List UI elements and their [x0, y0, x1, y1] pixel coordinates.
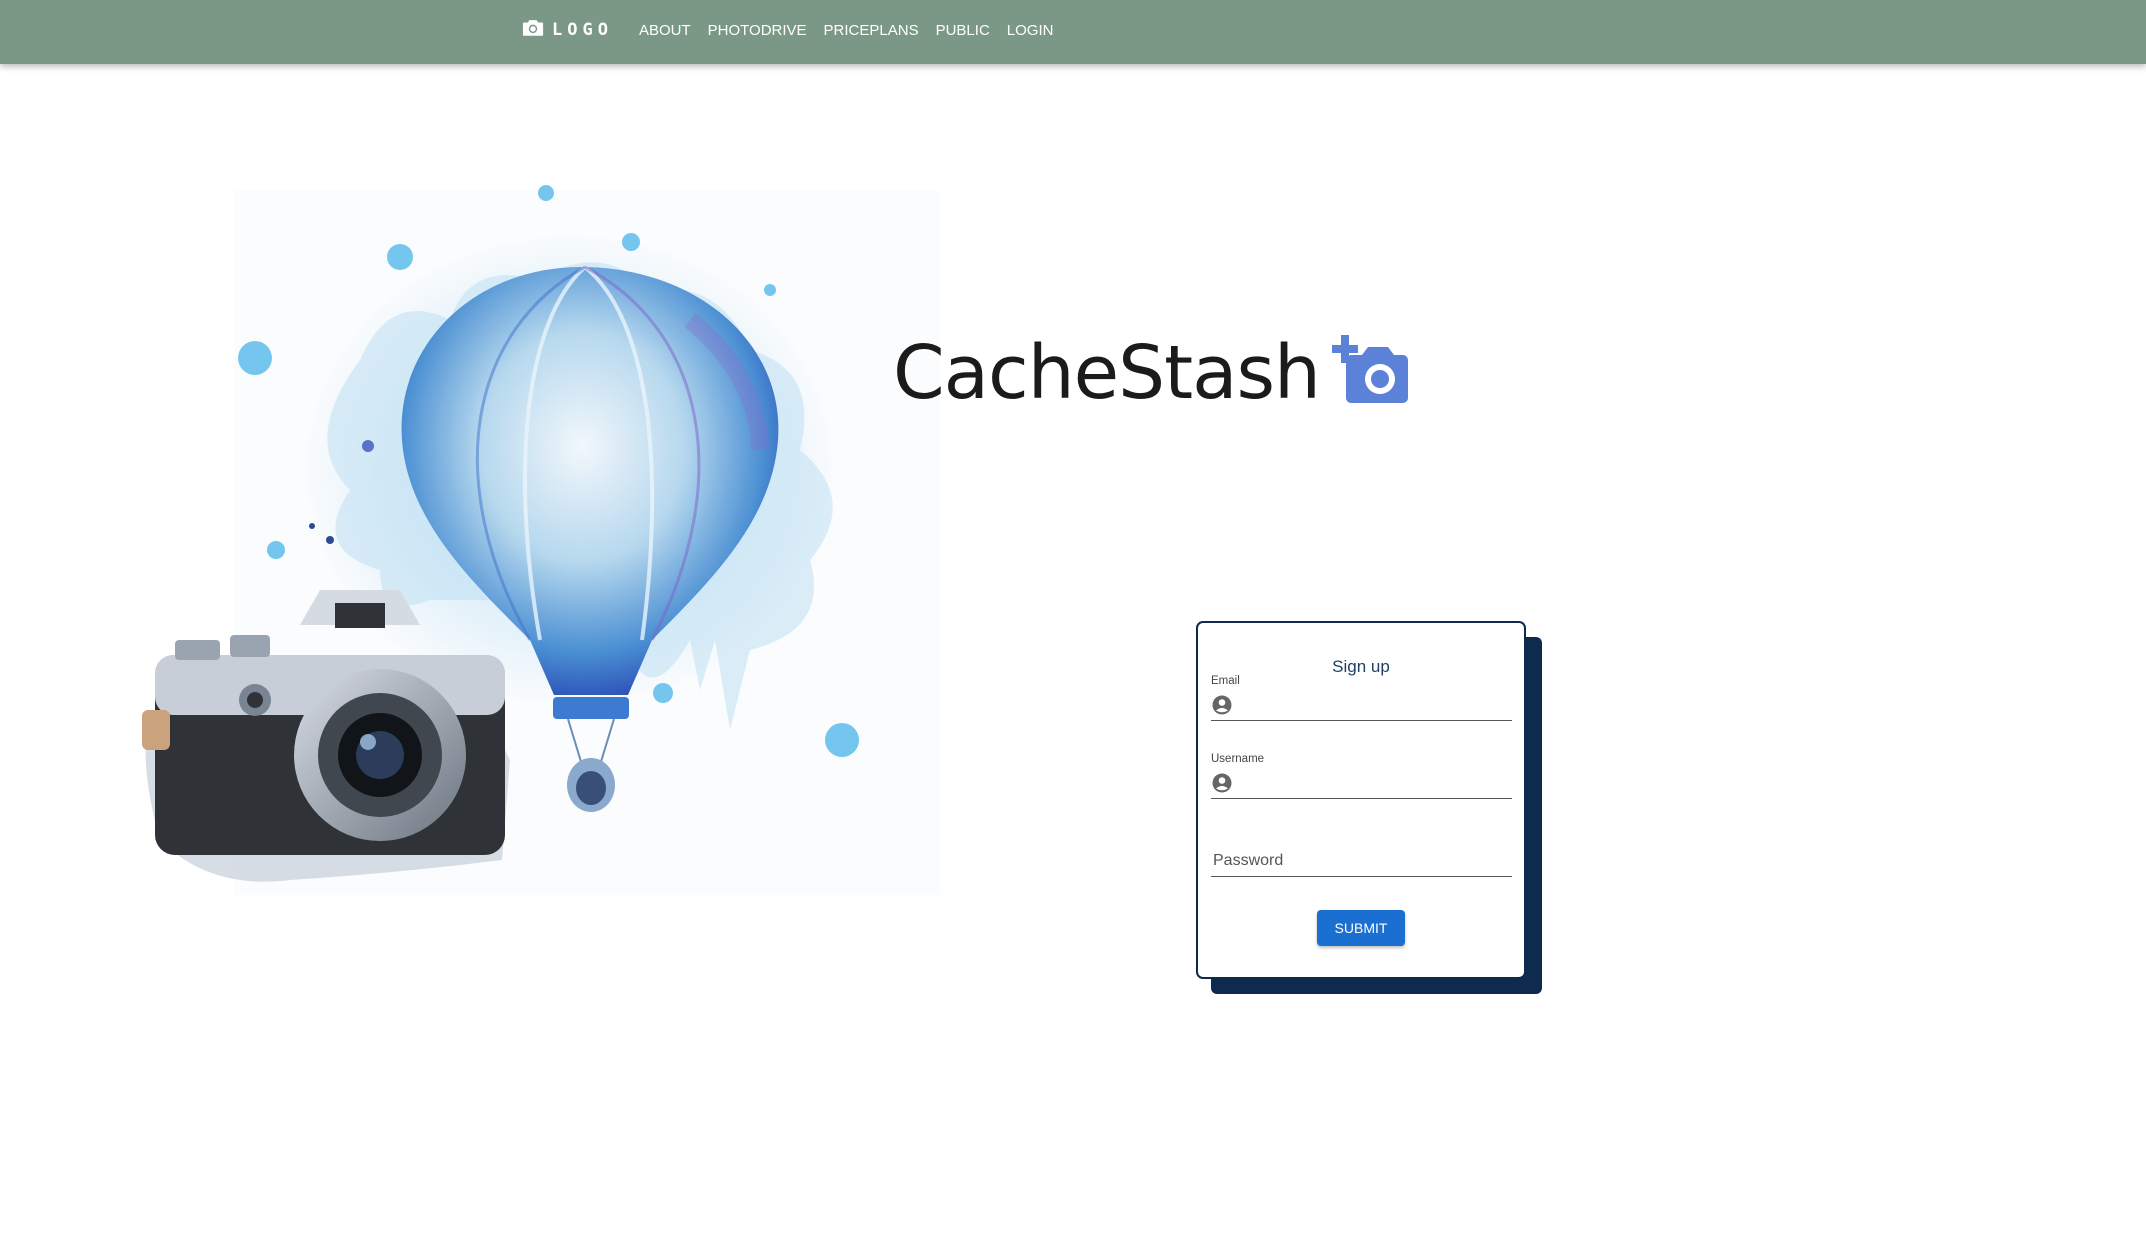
brand: CacheStash	[893, 330, 1412, 416]
signup-title: Sign up	[1332, 657, 1390, 676]
logo-link[interactable]: LOGO	[522, 19, 613, 40]
nav-link-public[interactable]: PUBLIC	[936, 22, 990, 39]
add-photo-icon	[1331, 335, 1408, 403]
email-field: Email	[1211, 675, 1512, 721]
nav-container: LOGO ABOUT PHOTODRIVE PRICEPLANS PUBLIC …	[522, 0, 1070, 60]
hero-illustration	[130, 170, 950, 910]
submit-button[interactable]: SUBMIT	[1317, 910, 1405, 946]
brand-name: CacheStash	[893, 330, 1321, 416]
password-field	[1211, 831, 1512, 877]
nav-link-photodrive[interactable]: PHOTODRIVE	[708, 22, 807, 39]
balloon-camera-illustration	[142, 185, 940, 895]
email-input[interactable]	[1241, 694, 1509, 718]
username-label: Username	[1211, 753, 1265, 765]
username-input[interactable]	[1241, 772, 1509, 796]
signup-card: Sign up Email Username SUBMIT	[1196, 621, 1526, 979]
nav-link-priceplans[interactable]: PRICEPLANS	[824, 22, 919, 39]
account-circle-icon	[1212, 695, 1232, 715]
password-input[interactable]	[1211, 848, 1509, 874]
camera-icon	[522, 19, 544, 36]
logo-text: LOGO	[552, 20, 613, 40]
username-field: Username	[1211, 753, 1512, 799]
nav-link-about[interactable]: ABOUT	[639, 22, 691, 39]
email-label: Email	[1211, 675, 1240, 687]
nav-link-login[interactable]: LOGIN	[1007, 22, 1054, 39]
account-circle-icon	[1212, 773, 1232, 793]
top-navbar: LOGO ABOUT PHOTODRIVE PRICEPLANS PUBLIC …	[0, 0, 2146, 64]
